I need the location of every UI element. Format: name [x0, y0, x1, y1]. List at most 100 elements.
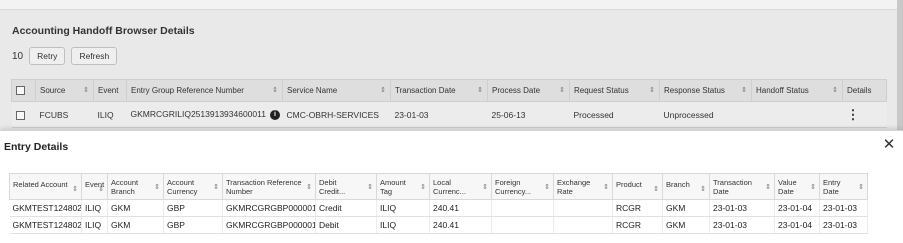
page-title: Accounting Handoff Browser Details: [12, 25, 195, 37]
entry-details-dialog: Entry Details ✕ Related Account ⇕ Event ⇕ Ac…: [0, 130, 903, 243]
row-select-cell[interactable]: [11, 101, 36, 128]
more-options-icon[interactable]: ⋮: [847, 107, 860, 122]
column-header[interactable]: Entry Date ⇕: [819, 173, 868, 200]
refresh-button[interactable]: Refresh: [71, 47, 118, 65]
sort-icon[interactable]: ⇕: [380, 86, 386, 94]
column-header[interactable]: Entry Group Reference Number ⇕: [126, 79, 283, 102]
sort-icon[interactable]: ⇕: [765, 183, 771, 192]
sort-icon[interactable]: ⇕: [83, 86, 89, 94]
details-cell[interactable]: ⋮: [842, 101, 887, 128]
sort-icon[interactable]: ⇕: [154, 183, 160, 192]
column-header[interactable]: Transaction Date ⇕: [709, 173, 775, 200]
sort-icon[interactable]: ⇕: [272, 86, 278, 94]
column-label: Amount Tag: [380, 177, 406, 196]
table-cell: 23-01-04: [774, 199, 820, 217]
entry-details-table: Related Account ⇕ Event ⇕ Account Branch ⇕ Acc…: [9, 173, 868, 234]
header-row: Related Account ⇕ Event ⇕ Account Branch ⇕ Acc…: [9, 173, 868, 200]
column-label: Transaction Date: [713, 177, 752, 196]
column-header[interactable]: Request Status ⇕: [569, 79, 660, 102]
column-header[interactable]: Branch ⇕: [662, 173, 710, 200]
table-cell: GKMRCGRGBP000001: [222, 216, 316, 234]
table-cell: 23-01-03: [819, 216, 868, 234]
table-cell: ILIQ: [93, 101, 127, 128]
column-header[interactable]: Foreign Currency... ⇕: [491, 173, 554, 200]
background-page: Accounting Handoff Browser Details 10 Re…: [0, 0, 903, 130]
table-cell: GKMRCGRILIQ2513913934600011 i: [126, 101, 283, 128]
table-cell: GBP: [163, 199, 223, 217]
dialog-title: Entry Details: [4, 141, 69, 153]
table-cell: [491, 199, 554, 217]
column-label: Debit Credit...: [319, 177, 346, 196]
sort-icon[interactable]: ⇕: [810, 183, 816, 192]
column-header[interactable]: Local Currenc... ⇕: [429, 173, 492, 200]
sort-icon[interactable]: ⇕: [858, 183, 864, 192]
handoff-table: Source ⇕ Event Entry Group Reference Numb…: [11, 79, 887, 128]
table-row[interactable]: GKMTEST124802 ILIQ GKM GBP GKMRCGRGBP000001 C…: [9, 199, 868, 217]
column-label: Entry Date: [823, 177, 841, 196]
table-cell: GKMRCGRGBP000001: [222, 199, 316, 217]
column-label: Value Date: [778, 177, 797, 196]
select-all-checkbox[interactable]: [16, 86, 25, 96]
column-header[interactable]: Account Currency ⇕: [163, 173, 223, 200]
table-cell: 240.41: [429, 199, 492, 217]
column-header[interactable]: Value Date ⇕: [774, 173, 820, 200]
table-cell: GKM: [662, 216, 710, 234]
table-cell: ILIQ: [376, 199, 430, 217]
column-header[interactable]: Event: [93, 79, 127, 102]
column-header[interactable]: Related Account ⇕: [9, 173, 82, 200]
sort-icon[interactable]: ⇕: [72, 185, 78, 194]
column-header[interactable]: Exchange Rate ⇕: [553, 173, 613, 200]
table-row[interactable]: GKMTEST124802 ILIQ GKM GBP GKMRCGRGBP000001 D…: [9, 216, 868, 234]
sort-icon[interactable]: ⇕: [741, 86, 747, 94]
table-row[interactable]: FCUBS ILIQ GKMRCGRILIQ2513913934600011 i …: [11, 101, 887, 128]
table-cell: RCGR: [612, 216, 663, 234]
column-header[interactable]: Account Branch ⇕: [107, 173, 164, 200]
table-cell: ILIQ: [376, 216, 430, 234]
table-cell: Debit: [315, 216, 377, 234]
table-cell: GKMTEST124802: [9, 199, 82, 217]
sort-icon[interactable]: ⇕: [482, 183, 488, 192]
select-all-cell[interactable]: [11, 79, 36, 102]
sort-icon[interactable]: ⇕: [306, 183, 312, 192]
sort-icon[interactable]: ⇕: [559, 86, 565, 94]
table-cell: Unprocessed: [659, 101, 752, 128]
sort-icon[interactable]: ⇕: [653, 185, 659, 194]
table-cell: 23-01-03: [390, 101, 488, 128]
column-header[interactable]: Event ⇕: [81, 173, 108, 200]
column-header[interactable]: Process Date ⇕: [487, 79, 570, 102]
column-header[interactable]: Transaction Date ⇕: [390, 79, 488, 102]
retry-button[interactable]: Retry: [29, 47, 66, 65]
column-header[interactable]: Response Status ⇕: [659, 79, 752, 102]
column-label: Transaction Reference Number: [226, 177, 302, 196]
sort-icon[interactable]: ⇕: [213, 183, 219, 192]
column-header[interactable]: Handoff Status ⇕: [751, 79, 843, 102]
info-icon[interactable]: i: [269, 109, 280, 120]
sort-icon[interactable]: ⇕: [544, 183, 550, 192]
sort-icon[interactable]: ⇕: [832, 86, 838, 94]
record-count: 10: [12, 50, 24, 62]
column-header[interactable]: Source ⇕: [35, 79, 94, 102]
close-icon[interactable]: ✕: [882, 137, 896, 153]
table-cell: 23-01-04: [774, 216, 820, 234]
table-cell: RCGR: [612, 199, 663, 217]
row-checkbox[interactable]: [15, 110, 25, 120]
sort-icon[interactable]: ⇕: [420, 183, 426, 192]
column-label: Exchange Rate: [557, 177, 591, 196]
sort-icon[interactable]: ⇕: [700, 185, 706, 194]
top-bar: [0, 0, 903, 10]
column-label: Foreign Currency...: [495, 177, 532, 196]
sort-icon[interactable]: ⇕: [367, 183, 373, 192]
sort-icon[interactable]: ⇕: [477, 86, 483, 94]
table-cell: GKMTEST124802: [9, 216, 82, 234]
column-header[interactable]: Amount Tag ⇕: [376, 173, 430, 200]
table-cell: [491, 216, 554, 234]
page-scrollbar[interactable]: [897, 0, 903, 130]
column-header[interactable]: Product ⇕: [612, 173, 663, 200]
table-cell: ILIQ: [81, 199, 108, 217]
column-header[interactable]: Service Name ⇕: [282, 79, 391, 102]
sort-icon[interactable]: ⇕: [603, 183, 609, 192]
column-header[interactable]: Transaction Reference Number ⇕: [222, 173, 316, 200]
sort-icon[interactable]: ⇕: [649, 86, 655, 94]
column-header[interactable]: Debit Credit... ⇕: [315, 173, 377, 200]
table-cell: GKM: [107, 199, 164, 217]
